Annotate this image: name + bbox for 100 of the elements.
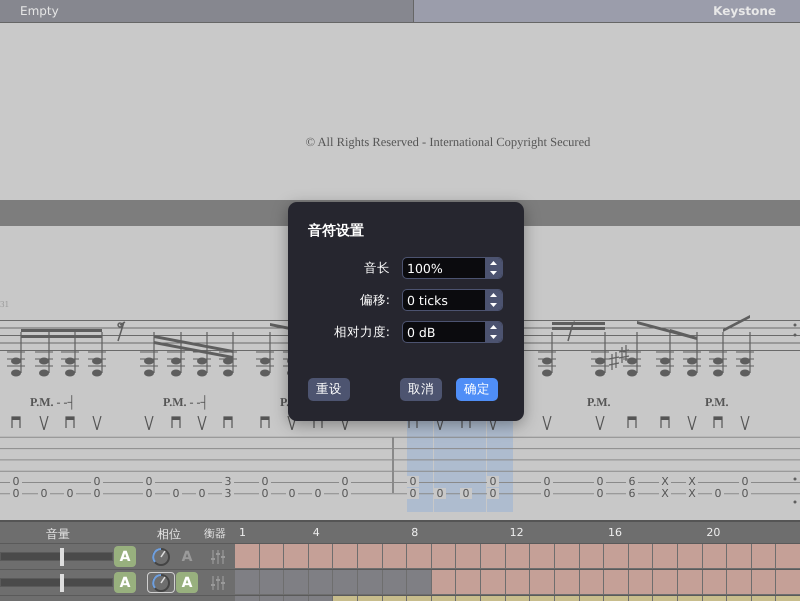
pattern-cell[interactable] — [653, 544, 677, 568]
pattern-cell[interactable] — [358, 570, 382, 594]
pattern-cell[interactable] — [235, 544, 259, 568]
pattern-cell[interactable] — [530, 544, 554, 568]
pattern-cell[interactable] — [284, 570, 308, 594]
pattern-cell[interactable] — [702, 570, 726, 594]
field-label: 偏移: — [360, 292, 390, 308]
equalizer-icon[interactable] — [211, 548, 225, 564]
tab-fret-number: 0 — [91, 476, 103, 487]
number-field[interactable]: 0 ticks — [402, 289, 503, 311]
volume-slider[interactable] — [0, 574, 113, 592]
pattern-cell[interactable] — [776, 570, 800, 594]
upstroke-icon — [740, 416, 750, 430]
pan-knob-icon[interactable] — [151, 546, 171, 566]
pattern-cell[interactable] — [260, 544, 284, 568]
tab-fret-number: X — [659, 488, 671, 499]
downstroke-icon — [260, 416, 270, 428]
pattern-cell[interactable] — [506, 544, 530, 568]
bar-number: 20 — [706, 526, 720, 539]
tab-fret-number: 0 — [91, 488, 103, 499]
tab-fret-number: 0 — [541, 488, 553, 499]
tab-fret-number: 0 — [64, 488, 76, 499]
tab-fret-number: 0 — [339, 476, 351, 487]
tab-fret-number: X — [686, 476, 698, 487]
pattern-cell[interactable] — [653, 570, 677, 594]
downstroke-icon — [11, 416, 21, 428]
upstroke-icon — [92, 416, 102, 430]
dialog-button[interactable]: 重设 — [308, 378, 350, 401]
pattern-cell[interactable] — [333, 544, 358, 568]
tab-fret-number: 6 — [626, 488, 638, 499]
pattern-cell[interactable] — [678, 570, 702, 594]
palm-mute-label: P.M. — [587, 395, 611, 410]
pattern-cell[interactable] — [554, 544, 579, 568]
pattern-cell[interactable] — [776, 544, 800, 568]
tab-fret-number: 3 — [222, 488, 234, 499]
pattern-cell[interactable] — [456, 570, 480, 594]
pattern-cell[interactable] — [284, 544, 308, 568]
pattern-cell[interactable] — [580, 544, 604, 568]
pan-control[interactable] — [147, 572, 175, 593]
volume-slider[interactable] — [0, 548, 113, 566]
tab-fret-number: 6 — [626, 476, 638, 487]
pattern-cell[interactable] — [481, 570, 505, 594]
pattern-cell[interactable] — [481, 544, 505, 568]
pattern-cell[interactable] — [727, 544, 751, 568]
tab-fret-number: 0 — [434, 488, 446, 499]
downstroke-icon — [660, 416, 670, 428]
tab-fret-number: 0 — [407, 476, 419, 487]
pattern-cell[interactable] — [580, 570, 604, 594]
pan-knob-icon[interactable] — [151, 572, 171, 592]
dialog-button[interactable]: 取消 — [400, 378, 442, 401]
dialog-title: 音符设置 — [308, 222, 365, 240]
pattern-cell[interactable] — [432, 570, 456, 594]
stepper-icon[interactable] — [485, 290, 502, 310]
pattern-cell[interactable] — [702, 544, 726, 568]
pattern-cell[interactable] — [382, 570, 406, 594]
column-header: 衡器 — [204, 526, 226, 541]
pattern-cell[interactable] — [506, 570, 530, 594]
pattern-cell[interactable] — [752, 544, 776, 568]
pattern-cell[interactable] — [604, 570, 628, 594]
pattern-cell[interactable] — [308, 570, 332, 594]
palm-mute-label: P.M. - -┤ — [163, 395, 210, 410]
tab-fret-number: 0 — [339, 488, 351, 499]
pattern-cell[interactable] — [628, 544, 652, 568]
pattern-cell[interactable] — [554, 570, 579, 594]
tab-fret-number: 0 — [594, 488, 606, 499]
pattern-cell[interactable] — [628, 570, 652, 594]
pattern-cell[interactable] — [727, 570, 751, 594]
stepper-icon[interactable] — [485, 322, 502, 342]
pattern-cell[interactable] — [530, 570, 554, 594]
pattern-cell[interactable] — [678, 544, 702, 568]
pattern-cell[interactable] — [382, 544, 406, 568]
equalizer-icon[interactable] — [211, 574, 225, 590]
tab-fret-number: 0 — [739, 488, 751, 499]
bar-number: 4 — [312, 526, 320, 539]
upstroke-icon — [144, 416, 154, 430]
tab-fret-number: 0 — [259, 488, 271, 499]
tab-fret-number: 0 — [712, 488, 724, 499]
tab-fret-number: 0 — [739, 476, 751, 487]
pattern-cell[interactable] — [260, 570, 284, 594]
pattern-cell[interactable] — [604, 544, 628, 568]
upstroke-icon — [595, 416, 605, 430]
pattern-cell[interactable] — [407, 570, 431, 594]
pattern-cell[interactable] — [235, 570, 259, 594]
pattern-cell[interactable] — [432, 544, 456, 568]
track-title: Empty — [20, 4, 59, 18]
number-field[interactable]: 0 dB — [402, 321, 503, 343]
tab-fret-number: 0 — [460, 488, 472, 499]
pattern-cell[interactable] — [456, 544, 480, 568]
pattern-cell[interactable] — [333, 570, 358, 594]
column-header: 相位 — [157, 526, 181, 543]
tab-fret-number: 0 — [594, 476, 606, 487]
tab-fret-number: 0 — [38, 488, 50, 499]
pattern-cell[interactable] — [358, 544, 382, 568]
number-field[interactable]: 100% — [402, 257, 503, 279]
pattern-cell[interactable] — [752, 570, 776, 594]
tab-fret-number: 0 — [407, 488, 419, 499]
stepper-icon[interactable] — [485, 258, 502, 278]
pattern-cell[interactable] — [308, 544, 332, 568]
downstroke-icon — [627, 416, 637, 428]
pattern-cell[interactable] — [407, 544, 431, 568]
